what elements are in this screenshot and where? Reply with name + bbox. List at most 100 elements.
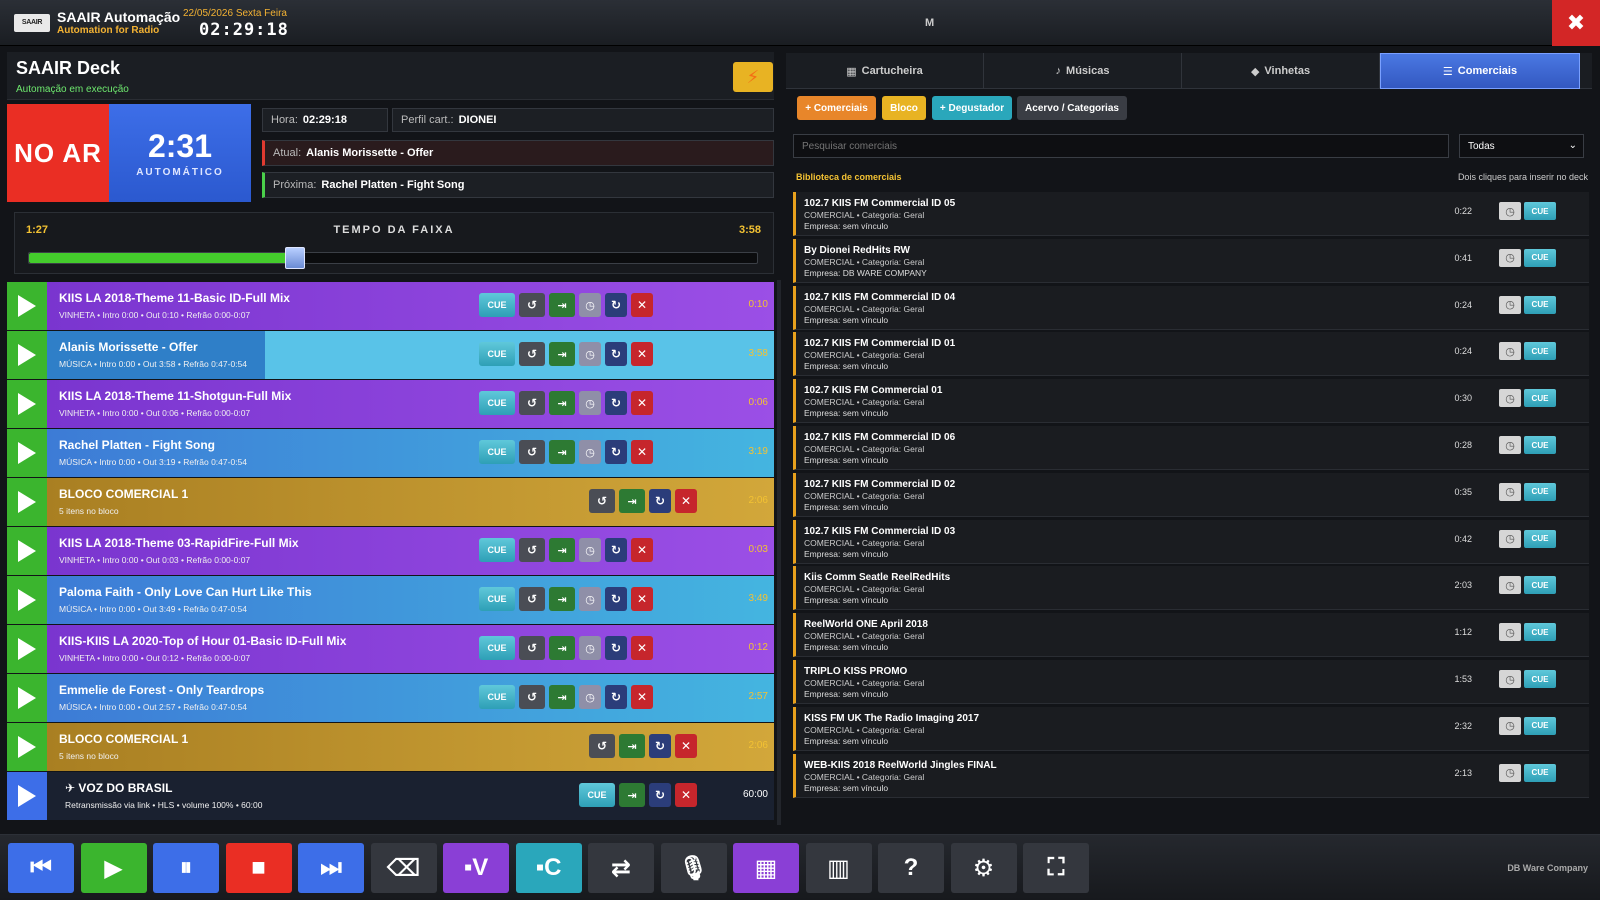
remove-button[interactable]: ✕ (631, 538, 653, 562)
microphone-button[interactable]: 🎙 (660, 843, 727, 893)
queue-item[interactable]: ✈ VOZ DO BRASIL Retransmissão via link • … (7, 772, 774, 820)
shuffle-button[interactable]: ⇄ (588, 843, 654, 893)
repeat-button[interactable]: ↻ (649, 734, 671, 758)
loop-button[interactable]: ↺ (519, 685, 545, 709)
insert-button[interactable]: ⇥ (619, 783, 645, 807)
insert-button[interactable]: ⇥ (549, 636, 575, 660)
play-item-button[interactable] (7, 380, 47, 428)
cue-button[interactable]: CUE (479, 636, 515, 660)
loop-button[interactable]: ↺ (589, 489, 615, 513)
schedule-button[interactable]: ◷ (1499, 482, 1521, 501)
clock-button[interactable]: ◷ (579, 636, 601, 660)
remove-button[interactable]: ✕ (631, 587, 653, 611)
comerciais-button[interactable]: ▪C (515, 843, 582, 893)
grid-button[interactable]: ▦ (733, 843, 799, 893)
insert-button[interactable]: ⇥ (549, 391, 575, 415)
play-item-button[interactable] (7, 282, 47, 330)
search-input[interactable] (793, 134, 1449, 158)
schedule-button[interactable]: ◷ (1499, 529, 1521, 548)
cue-button[interactable]: CUE (1524, 529, 1556, 548)
remove-button[interactable]: ✕ (675, 783, 697, 807)
schedule-button[interactable]: ◷ (1499, 248, 1521, 267)
clock-button[interactable]: ◷ (579, 440, 601, 464)
tab-músicas[interactable]: ♪ Músicas (984, 53, 1182, 89)
queue-item[interactable]: Alanis Morissette - Offer MÚSICA • Intro … (7, 331, 774, 379)
cue-button[interactable]: CUE (1524, 202, 1556, 220)
loop-button[interactable]: ↺ (519, 440, 545, 464)
previous-button[interactable]: ⏮ (8, 843, 74, 893)
repeat-button[interactable]: ↻ (605, 636, 627, 660)
clock-button[interactable]: ◷ (579, 391, 601, 415)
schedule-button[interactable]: ◷ (1499, 763, 1521, 782)
queue-item[interactable]: KIIS-KIIS LA 2020-Top of Hour 01-Basic I… (7, 625, 774, 673)
repeat-button[interactable]: ↻ (649, 489, 671, 513)
queue-item[interactable]: Rachel Platten - Fight Song MÚSICA • Intr… (7, 429, 774, 477)
play-button[interactable]: ▶ (80, 843, 147, 893)
tab-cartucheira[interactable]: ▦ Cartucheira (786, 53, 984, 89)
degustador-button[interactable]: + Degustador (932, 96, 1012, 120)
cue-button[interactable]: CUE (1524, 436, 1556, 454)
queue-item[interactable]: Paloma Faith - Only Love Can Hurt Like T… (7, 576, 774, 624)
clock-button[interactable]: ◷ (579, 587, 601, 611)
queue-item[interactable]: Emmelie de Forest - Only Teardrops MÚSICA… (7, 674, 774, 722)
progress-handle[interactable] (284, 247, 305, 269)
schedule-button[interactable]: ◷ (1499, 202, 1521, 220)
insert-button[interactable]: ⇥ (549, 342, 575, 366)
repeat-button[interactable]: ↻ (605, 293, 627, 317)
queue-scrollbar[interactable] (777, 280, 781, 825)
queue-item[interactable]: BLOCO COMERCIAL 1 5 itens no bloco 2:06 ↺ ⇥ ↻… (7, 723, 774, 771)
clock-button[interactable]: ◷ (579, 293, 601, 317)
close-button[interactable]: ✖ (1552, 0, 1600, 46)
loop-button[interactable]: ↺ (519, 587, 545, 611)
help-button[interactable]: ? (878, 843, 944, 893)
repeat-button[interactable]: ↻ (605, 342, 627, 366)
cue-button[interactable]: CUE (479, 391, 515, 415)
fullscreen-button[interactable]: ⛶ (1023, 843, 1089, 893)
loop-button[interactable]: ↺ (519, 391, 545, 415)
tab-vinhetas[interactable]: ◆ Vinhetas (1182, 53, 1380, 89)
commercial-item[interactable]: Kiis Comm Seatle ReelRedHits COMERCIAL • … (793, 566, 1589, 611)
insert-button[interactable]: ⇥ (549, 293, 575, 317)
insert-button[interactable]: ⇥ (549, 538, 575, 562)
commercial-item[interactable]: 102.7 KIIS FM Commercial ID 06 COMERCIAL … (793, 426, 1589, 470)
remove-button[interactable]: ✕ (675, 734, 697, 758)
commercial-item[interactable]: ReelWorld ONE April 2018 COMERCIAL • Cate… (793, 613, 1589, 658)
pause-button[interactable]: ⏸ (153, 843, 219, 893)
schedule-button[interactable]: ◷ (1499, 670, 1521, 688)
building-button[interactable]: ▥ (805, 843, 872, 893)
cue-button[interactable]: CUE (1524, 248, 1556, 267)
play-item-button[interactable] (7, 527, 47, 575)
cue-button[interactable]: CUE (479, 538, 515, 562)
loop-button[interactable]: ↺ (519, 293, 545, 317)
schedule-button[interactable]: ◷ (1499, 389, 1521, 408)
loop-button[interactable]: ↺ (589, 734, 615, 758)
play-item-button[interactable] (7, 674, 47, 722)
cue-button[interactable]: CUE (1524, 716, 1556, 735)
repeat-button[interactable]: ↻ (605, 587, 627, 611)
commercial-item[interactable]: 102.7 KIIS FM Commercial ID 02 COMERCIAL … (793, 472, 1589, 517)
clock-button[interactable]: ◷ (579, 342, 601, 366)
commercial-item[interactable]: 102.7 KIIS FM Commercial ID 01 COMERCIAL … (793, 332, 1589, 377)
eraser-button[interactable]: ⌫ (370, 843, 437, 893)
loop-button[interactable]: ↺ (519, 342, 545, 366)
repeat-button[interactable]: ↻ (605, 391, 627, 415)
tab-comerciais[interactable]: ☰ Comerciais (1380, 53, 1580, 89)
queue-item[interactable]: BLOCO COMERCIAL 1 5 itens no bloco 2:06 ↺ ⇥ ↻… (7, 478, 774, 526)
loop-button[interactable]: ↺ (519, 538, 545, 562)
cue-button[interactable]: CUE (1524, 763, 1556, 782)
queue-item[interactable]: KIIS LA 2018-Theme 11-Shotgun-Full Mix VI… (7, 380, 774, 428)
remove-button[interactable]: ✕ (631, 440, 653, 464)
schedule-button[interactable]: ◷ (1499, 716, 1521, 735)
insert-button[interactable]: ⇥ (619, 734, 645, 758)
cue-button[interactable]: CUE (479, 342, 515, 366)
repeat-button[interactable]: ↻ (605, 538, 627, 562)
repeat-button[interactable]: ↻ (605, 685, 627, 709)
play-item-button[interactable] (7, 576, 47, 624)
settings-button[interactable]: ⚙ (950, 843, 1017, 893)
commercial-item[interactable]: 102.7 KIIS FM Commercial ID 04 COMERCIAL … (793, 285, 1589, 330)
stop-button[interactable]: ■ (225, 843, 292, 893)
bloco-button[interactable]: Bloco (882, 96, 926, 120)
cue-button[interactable]: CUE (1524, 389, 1556, 408)
remove-button[interactable]: ✕ (675, 489, 697, 513)
progress-track[interactable] (28, 247, 758, 269)
